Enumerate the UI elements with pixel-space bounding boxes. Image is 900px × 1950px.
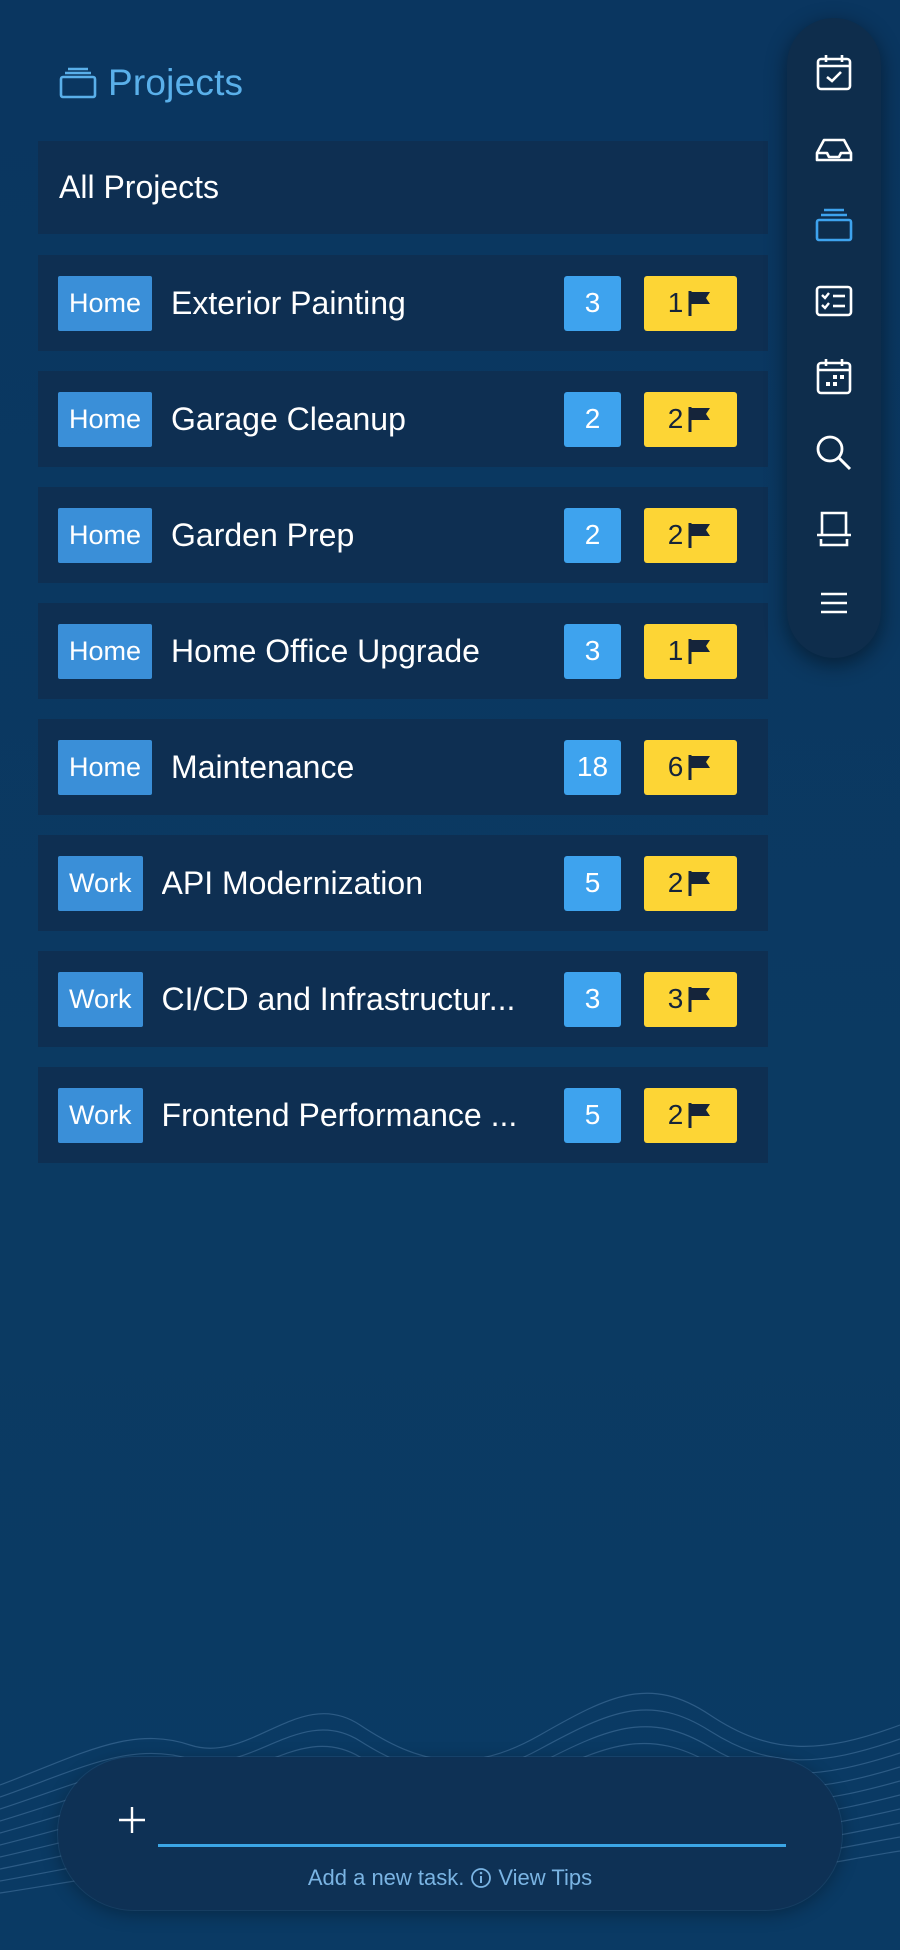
view-tips-link[interactable]: View Tips (498, 1865, 592, 1891)
project-name: CI/CD and Infrastructur... (161, 980, 516, 1017)
project-row[interactable]: Work API Modernization 5 2 (38, 835, 768, 931)
input-underline (158, 1844, 786, 1847)
flag-count-badge: 2 (644, 855, 737, 911)
flag-icon (688, 291, 711, 316)
hint-text: Add a new task. (307, 1865, 465, 1890)
project-name: Home Office Upgrade (171, 632, 480, 669)
nav-search[interactable] (787, 424, 881, 482)
project-name: Garden Prep (171, 516, 355, 553)
nav-today[interactable] (787, 44, 881, 102)
project-tag: Work (58, 855, 143, 911)
project-tag: Work (58, 1087, 143, 1143)
projects-stack-icon (58, 63, 98, 103)
plus-icon[interactable] (116, 1804, 148, 1836)
nav-archive[interactable] (787, 500, 881, 558)
flag-icon (688, 523, 711, 548)
nav-inbox[interactable] (787, 120, 881, 178)
add-task-input[interactable] (158, 1797, 790, 1843)
project-tag: Home (58, 275, 153, 331)
nav-calendar[interactable] (787, 348, 881, 406)
task-count-badge: 3 (564, 971, 621, 1027)
page-header: Projects (58, 62, 243, 104)
flag-count: 2 (667, 867, 684, 898)
task-count-badge: 5 (564, 855, 621, 911)
menu-icon (821, 592, 847, 614)
add-task-hint: Add a new task. View Tips (58, 1865, 842, 1891)
flag-count-badge: 2 (644, 1087, 737, 1143)
page-title: Projects (108, 62, 244, 103)
checklist-icon (815, 285, 853, 317)
flag-count: 6 (667, 751, 684, 782)
flag-count: 2 (667, 403, 684, 434)
nav-menu[interactable] (787, 574, 881, 632)
flag-icon (688, 1103, 711, 1128)
nav-projects[interactable] (787, 196, 881, 254)
project-row[interactable]: Home Home Office Upgrade 3 1 (38, 603, 768, 699)
project-row[interactable]: Home Garage Cleanup 2 2 (38, 371, 768, 467)
project-row[interactable]: Work Frontend Performance ... 5 2 (38, 1067, 768, 1163)
project-tag: Home (58, 507, 153, 563)
project-name: Exterior Painting (171, 284, 406, 321)
all-projects-item[interactable]: All Projects (38, 141, 768, 234)
flag-count: 2 (667, 1099, 684, 1130)
task-count-badge: 3 (564, 623, 621, 679)
project-row[interactable]: Home Garden Prep 2 2 (38, 487, 768, 583)
flag-count: 3 (667, 983, 684, 1014)
flag-count: 1 (667, 635, 684, 666)
flag-icon (688, 871, 711, 896)
flag-count-badge: 6 (644, 739, 737, 795)
flag-icon (688, 987, 711, 1012)
add-task-bar: Add a new task. View Tips (58, 1757, 842, 1910)
project-row[interactable]: Home Maintenance 18 6 (38, 719, 768, 815)
flag-count-badge: 1 (644, 275, 737, 331)
projects-screen: Projects All Projects Home Exterior Pain… (0, 0, 900, 1950)
flag-count-badge: 2 (644, 507, 737, 563)
project-row[interactable]: Home Exterior Painting 3 1 (38, 255, 768, 351)
info-icon[interactable] (470, 1867, 492, 1889)
flag-icon (688, 639, 711, 664)
task-count-badge: 5 (564, 1087, 621, 1143)
calendar-grid-icon (816, 359, 852, 395)
project-tag: Work (58, 971, 143, 1027)
task-count-badge: 2 (564, 507, 621, 563)
project-name: Garage Cleanup (171, 400, 406, 437)
project-name: Frontend Performance ... (161, 1096, 518, 1133)
project-name: API Modernization (161, 864, 423, 901)
task-count-badge: 3 (564, 275, 621, 331)
nav-checklist[interactable] (787, 272, 881, 330)
calendar-check-icon (816, 55, 852, 91)
side-nav-rail (787, 18, 881, 658)
project-name: Maintenance (171, 748, 355, 785)
flag-count-badge: 1 (644, 623, 737, 679)
inbox-icon (815, 138, 853, 162)
flag-icon (688, 407, 711, 432)
project-tag: Home (58, 391, 153, 447)
flag-count-badge: 2 (644, 391, 737, 447)
task-count-badge: 2 (564, 391, 621, 447)
project-list: All Projects Home Exterior Painting 3 1 … (38, 141, 768, 1183)
flag-count: 1 (667, 287, 684, 318)
task-count-badge: 18 (564, 739, 621, 795)
search-icon (816, 435, 852, 471)
flag-count: 2 (667, 519, 684, 550)
project-tag: Home (58, 623, 153, 679)
projects-stack-icon (815, 208, 853, 242)
flag-count-badge: 3 (644, 971, 737, 1027)
flag-icon (688, 755, 711, 780)
archive-icon (817, 511, 851, 547)
project-row[interactable]: Work CI/CD and Infrastructur... 3 3 (38, 951, 768, 1047)
project-tag: Home (58, 739, 153, 795)
